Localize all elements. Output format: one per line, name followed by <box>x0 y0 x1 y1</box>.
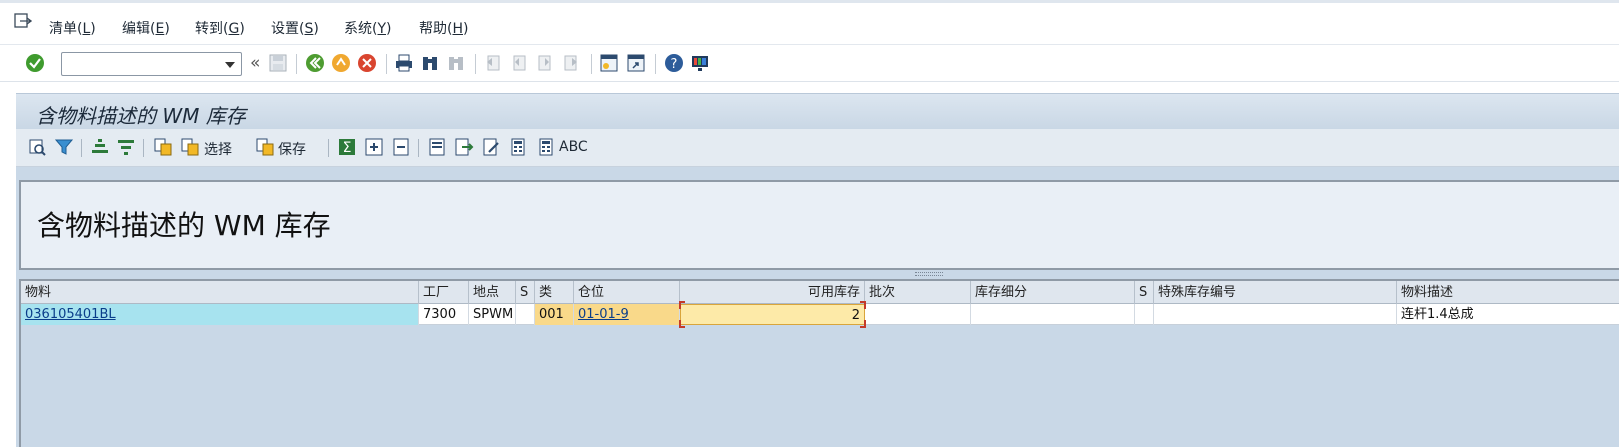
toolbar-separator <box>143 139 144 157</box>
table-row[interactable]: 036105401BL 7300 SPWM 001 01-01-9 2 连杆1.… <box>21 301 1619 328</box>
svg-text:Σ: Σ <box>343 140 352 156</box>
toolbar-separator <box>386 54 387 74</box>
collapse-icon[interactable] <box>391 137 411 157</box>
svg-text:?: ? <box>671 57 678 72</box>
find-icon[interactable] <box>420 53 440 73</box>
first-page-icon <box>487 55 500 71</box>
word-processing-icon[interactable] <box>481 137 501 157</box>
title-bar: 含物料描述的 WM 库存 <box>16 93 1619 129</box>
subtotal-icon[interactable] <box>364 137 384 157</box>
toolbar-separator <box>296 54 297 74</box>
confirm-icon[interactable] <box>25 53 45 73</box>
create-session-icon[interactable] <box>599 53 619 73</box>
spreadsheet-icon[interactable] <box>508 137 528 157</box>
chevron-down-icon[interactable] <box>225 62 235 68</box>
cell-batch <box>865 304 971 325</box>
splitter-handle[interactable] <box>915 272 943 276</box>
toolbar-separator <box>418 139 419 157</box>
customize-layout-icon[interactable] <box>690 53 710 73</box>
save-layout-icon[interactable] <box>255 137 275 157</box>
choose-layout-icon[interactable] <box>153 137 173 157</box>
last-page-icon <box>564 55 577 71</box>
menu-system[interactable]: 系统(Y) <box>344 18 392 38</box>
next-page-icon <box>538 55 551 71</box>
application-toolbar: 选择 保存 Σ ABC <box>16 129 1619 167</box>
print-preview-icon[interactable] <box>427 137 447 157</box>
back-icon[interactable] <box>305 53 325 73</box>
column-header-s[interactable]: S <box>516 281 535 304</box>
report-title: 含物料描述的 WM 库存 <box>37 209 331 242</box>
find-next-icon <box>449 57 463 70</box>
cell-s2 <box>1135 304 1154 325</box>
column-header-material-description[interactable]: 物料描述 <box>1397 281 1619 304</box>
toolbar-separator <box>655 54 656 74</box>
collapse-command-icon[interactable]: « <box>250 53 260 73</box>
column-header-location[interactable]: 地点 <box>469 281 516 304</box>
report-header: 含物料描述的 WM 库存 <box>19 180 1619 270</box>
page-title: 含物料描述的 WM 库存 <box>36 104 246 128</box>
help-icon[interactable]: ? <box>664 53 684 73</box>
abc-analysis-button[interactable]: ABC <box>559 139 588 155</box>
shortcut-icon[interactable] <box>626 53 646 73</box>
column-header-batch[interactable]: 批次 <box>865 281 971 304</box>
cancel-icon[interactable] <box>357 53 377 73</box>
column-header-type[interactable]: 类 <box>535 281 574 304</box>
cell-available-stock[interactable]: 2 <box>680 304 865 325</box>
save-layout-button[interactable]: 保存 <box>278 139 306 159</box>
menu-bar: 清单(L) 编辑(E) 转到(G) 设置(S) 系统(Y) 帮助(H) <box>0 0 1619 44</box>
menu-help[interactable]: 帮助(H) <box>419 18 468 38</box>
total-icon[interactable]: Σ <box>337 137 357 157</box>
menu-settings[interactable]: 设置(S) <box>271 18 319 38</box>
select-layout-button[interactable]: 选择 <box>204 139 232 159</box>
toolbar-separator <box>81 139 82 157</box>
toolbar-separator <box>328 139 329 157</box>
cell-stock-category <box>971 304 1135 325</box>
menu-edit[interactable]: 编辑(E) <box>122 18 170 38</box>
cell-s <box>516 304 535 325</box>
column-header-s2[interactable]: S <box>1135 281 1154 304</box>
cell-special-stock-number <box>1154 304 1397 325</box>
grid-header: 物料 工厂 地点 S 类 仓位 可用库存 批次 库存细分 S 特殊库存编号 物料… <box>21 281 1619 304</box>
previous-page-icon <box>513 55 526 71</box>
cell-plant: 7300 <box>419 304 469 325</box>
menu-list[interactable]: 清单(L) <box>49 18 96 38</box>
toolbar-separator <box>475 54 476 74</box>
cell-type: 001 <box>535 304 574 325</box>
save-icon <box>269 54 287 72</box>
toolbar-separator <box>591 54 592 74</box>
print-icon[interactable] <box>394 53 414 73</box>
export-icon[interactable] <box>454 137 474 157</box>
cell-location: SPWM <box>469 304 516 325</box>
filter-icon[interactable] <box>54 137 74 157</box>
column-header-available-stock[interactable]: 可用库存 <box>680 281 865 304</box>
selection-corner-marker <box>679 320 685 328</box>
stock-grid: 物料 工厂 地点 S 类 仓位 可用库存 批次 库存细分 S 特殊库存编号 物料… <box>19 279 1619 447</box>
command-field[interactable] <box>61 52 242 76</box>
cell-material[interactable]: 036105401BL <box>21 304 419 325</box>
sort-descending-icon[interactable] <box>116 137 136 157</box>
cell-bin[interactable]: 01-01-9 <box>574 304 680 325</box>
select-layout-icon[interactable] <box>180 137 200 157</box>
column-header-stock-category[interactable]: 库存细分 <box>971 281 1135 304</box>
column-header-plant[interactable]: 工厂 <box>419 281 469 304</box>
selection-corner-marker <box>679 301 685 309</box>
column-header-special-stock-number[interactable]: 特殊库存编号 <box>1154 281 1397 304</box>
exit-icon[interactable] <box>331 53 351 73</box>
abc-analysis-icon[interactable] <box>536 137 556 157</box>
exit-menu-icon[interactable] <box>14 13 32 29</box>
selection-corner-marker <box>860 301 866 309</box>
standard-toolbar: « ? <box>0 44 1619 82</box>
cell-material-description: 连杆1.4总成 <box>1397 304 1619 325</box>
menu-goto[interactable]: 转到(G) <box>195 18 245 38</box>
column-header-bin[interactable]: 仓位 <box>574 281 680 304</box>
details-icon[interactable] <box>27 137 47 157</box>
column-header-material[interactable]: 物料 <box>21 281 419 304</box>
selection-corner-marker <box>860 320 866 328</box>
sort-ascending-icon[interactable] <box>90 137 110 157</box>
